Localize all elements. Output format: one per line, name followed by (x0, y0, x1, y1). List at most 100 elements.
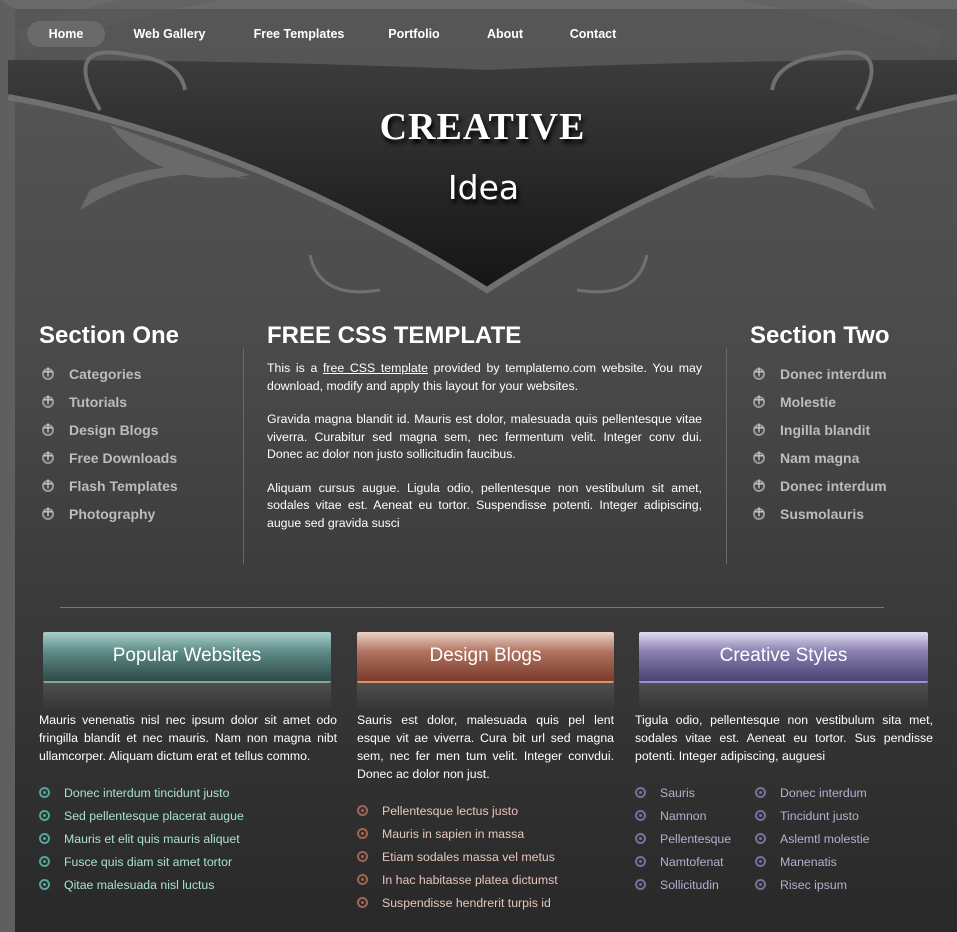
sidebar-item[interactable]: Ingilla blandit (750, 416, 950, 444)
list-item[interactable]: Donec interdum (755, 781, 875, 804)
list-item-label: Mauris et elit quis mauris aliquet (64, 831, 240, 846)
list-item[interactable]: Fusce quis diam sit amet tortor (39, 850, 331, 873)
list-item[interactable]: Risec ipsum (755, 873, 875, 896)
popular-websites-button[interactable]: Popular Websites (43, 632, 331, 711)
main-content: FREE CSS TEMPLATE This is a free CSS tem… (267, 322, 702, 548)
sidebar-item[interactable]: Flash Templates (39, 472, 239, 500)
list-item[interactable]: Pellentesque (635, 827, 755, 850)
sidebar-item-label: Donec interdum (780, 478, 887, 494)
crosshair-icon (750, 446, 768, 467)
sidebar-item[interactable]: Photography (39, 500, 239, 528)
nav-portfolio[interactable]: Portfolio (366, 21, 462, 47)
list-item[interactable]: Manenatis (755, 850, 875, 873)
header: Home Web Gallery Free Templates Portfoli… (0, 0, 957, 310)
sidebar-item[interactable]: Donec interdum (750, 472, 950, 500)
design-blogs-button[interactable]: Design Blogs (357, 632, 614, 711)
list-item[interactable]: Suspendisse hendrerit turpis id (357, 891, 614, 914)
sidebar-item[interactable]: Donec interdum (750, 360, 950, 388)
list-item[interactable]: Qitae malesuada nisl luctus (39, 873, 331, 896)
bullet-icon (357, 897, 368, 908)
sidebar-item[interactable]: Categories (39, 360, 239, 388)
section-two-title: Section Two (750, 322, 890, 349)
list-item[interactable]: Pellentesque lectus justo (357, 799, 614, 822)
list-item[interactable]: Namtofenat (635, 850, 755, 873)
list-item[interactable]: Sauris (635, 781, 755, 804)
list-item-label: Donec interdum tincidunt justo (64, 785, 230, 800)
list-item-label: In hac habitasse platea dictumst (382, 872, 558, 887)
sidebar-item-label: Susmolauris (780, 506, 865, 522)
divider (243, 348, 244, 564)
section-one: Section One Categories Tutorials Design Bl… (39, 322, 239, 528)
list-item[interactable]: Etiam sodales massa vel metus (357, 845, 614, 868)
bullet-icon (39, 787, 50, 798)
list-item[interactable]: Aslemtl molestie (755, 827, 875, 850)
crosshair-icon (39, 446, 57, 467)
list-item-label: Tincidunt justo (780, 808, 859, 823)
list-item[interactable]: Tincidunt justo (755, 804, 875, 827)
list-item-label: Qitae malesuada nisl luctus (64, 877, 215, 892)
list-item-label: Donec interdum (780, 785, 867, 800)
list-item[interactable]: In hac habitasse platea dictumst (357, 868, 614, 891)
section-one-title: Section One (39, 322, 180, 349)
nav-contact[interactable]: Contact (548, 21, 638, 47)
creative-styles-box: Creative Styles Tigula odio, pellentesqu… (635, 632, 933, 896)
crosshair-icon (750, 362, 768, 383)
list-item[interactable]: Sollicitudin (635, 873, 755, 896)
box-text: Sauris est dolor, malesuada quis pel len… (357, 713, 614, 781)
crosshair-icon (39, 390, 57, 411)
bullet-icon (357, 805, 368, 816)
text: This is a (267, 361, 323, 375)
bullet-icon (635, 810, 646, 821)
nav-free-templates[interactable]: Free Templates (234, 21, 364, 47)
list-item-label: Mauris in sapien in massa (382, 826, 525, 841)
creative-styles-button[interactable]: Creative Styles (639, 632, 928, 711)
bullet-icon (357, 874, 368, 885)
sidebar-item[interactable]: Free Downloads (39, 444, 239, 472)
list-item[interactable]: Namnon (635, 804, 755, 827)
list-item-label: Fusce quis diam sit amet tortor (64, 854, 233, 869)
free-css-template-link[interactable]: free CSS template (323, 361, 428, 375)
nav-home[interactable]: Home (27, 21, 105, 47)
section-two: Section Two Donec interdum Molestie Ingill… (750, 322, 950, 528)
nav-about[interactable]: About (462, 21, 548, 47)
crosshair-icon (39, 474, 57, 495)
crosshair-icon (39, 362, 57, 383)
list-item-label: Suspendisse hendrerit turpis id (382, 895, 551, 910)
horizontal-divider (60, 607, 884, 608)
bullet-icon (635, 879, 646, 890)
crosshair-icon (39, 418, 57, 439)
list-item-label: Sauris (660, 785, 695, 800)
content-paragraph: Gravida magna blandit id. Mauris est dol… (267, 412, 702, 461)
box-text: Tigula odio, pellentesque non vestibulum… (635, 713, 933, 763)
site-subtitle: Idea (447, 168, 520, 207)
bullet-icon (635, 856, 646, 867)
bullet-icon (357, 828, 368, 839)
sidebar-item-label: Photography (69, 506, 156, 522)
popular-websites-box: Popular Websites Mauris venenatis nisl n… (39, 632, 337, 896)
bullet-icon (755, 879, 766, 890)
bullet-icon (755, 833, 766, 844)
bullet-icon (755, 810, 766, 821)
list-item-label: Namnon (660, 808, 707, 823)
list-item-label: Sed pellentesque placerat augue (64, 808, 244, 823)
sidebar-item[interactable]: Susmolauris (750, 500, 950, 528)
sidebar-item-label: Tutorials (69, 394, 128, 410)
list-item[interactable]: Mauris et elit quis mauris aliquet (39, 827, 331, 850)
list-item[interactable]: Donec interdum tincidunt justo (39, 781, 331, 804)
sidebar-item[interactable]: Design Blogs (39, 416, 239, 444)
bullet-icon (635, 833, 646, 844)
list-item-label: Namtofenat (660, 854, 724, 869)
list-item-label: Risec ipsum (780, 877, 847, 892)
bullet-icon (39, 810, 50, 821)
list-item-label: Manenatis (780, 854, 837, 869)
design-blogs-box: Design Blogs Sauris est dolor, malesuada… (357, 632, 614, 914)
sidebar-item[interactable]: Nam magna (750, 444, 950, 472)
sidebar-item[interactable]: Tutorials (39, 388, 239, 416)
sidebar-item[interactable]: Molestie (750, 388, 950, 416)
list-item[interactable]: Sed pellentesque placerat augue (39, 804, 331, 827)
list-item[interactable]: Mauris in sapien in massa (357, 822, 614, 845)
crosshair-icon (750, 474, 768, 495)
list-item-label: Pellentesque (660, 831, 732, 846)
list-item-label: Aslemtl molestie (780, 831, 870, 846)
nav-web-gallery[interactable]: Web Gallery (107, 21, 232, 47)
